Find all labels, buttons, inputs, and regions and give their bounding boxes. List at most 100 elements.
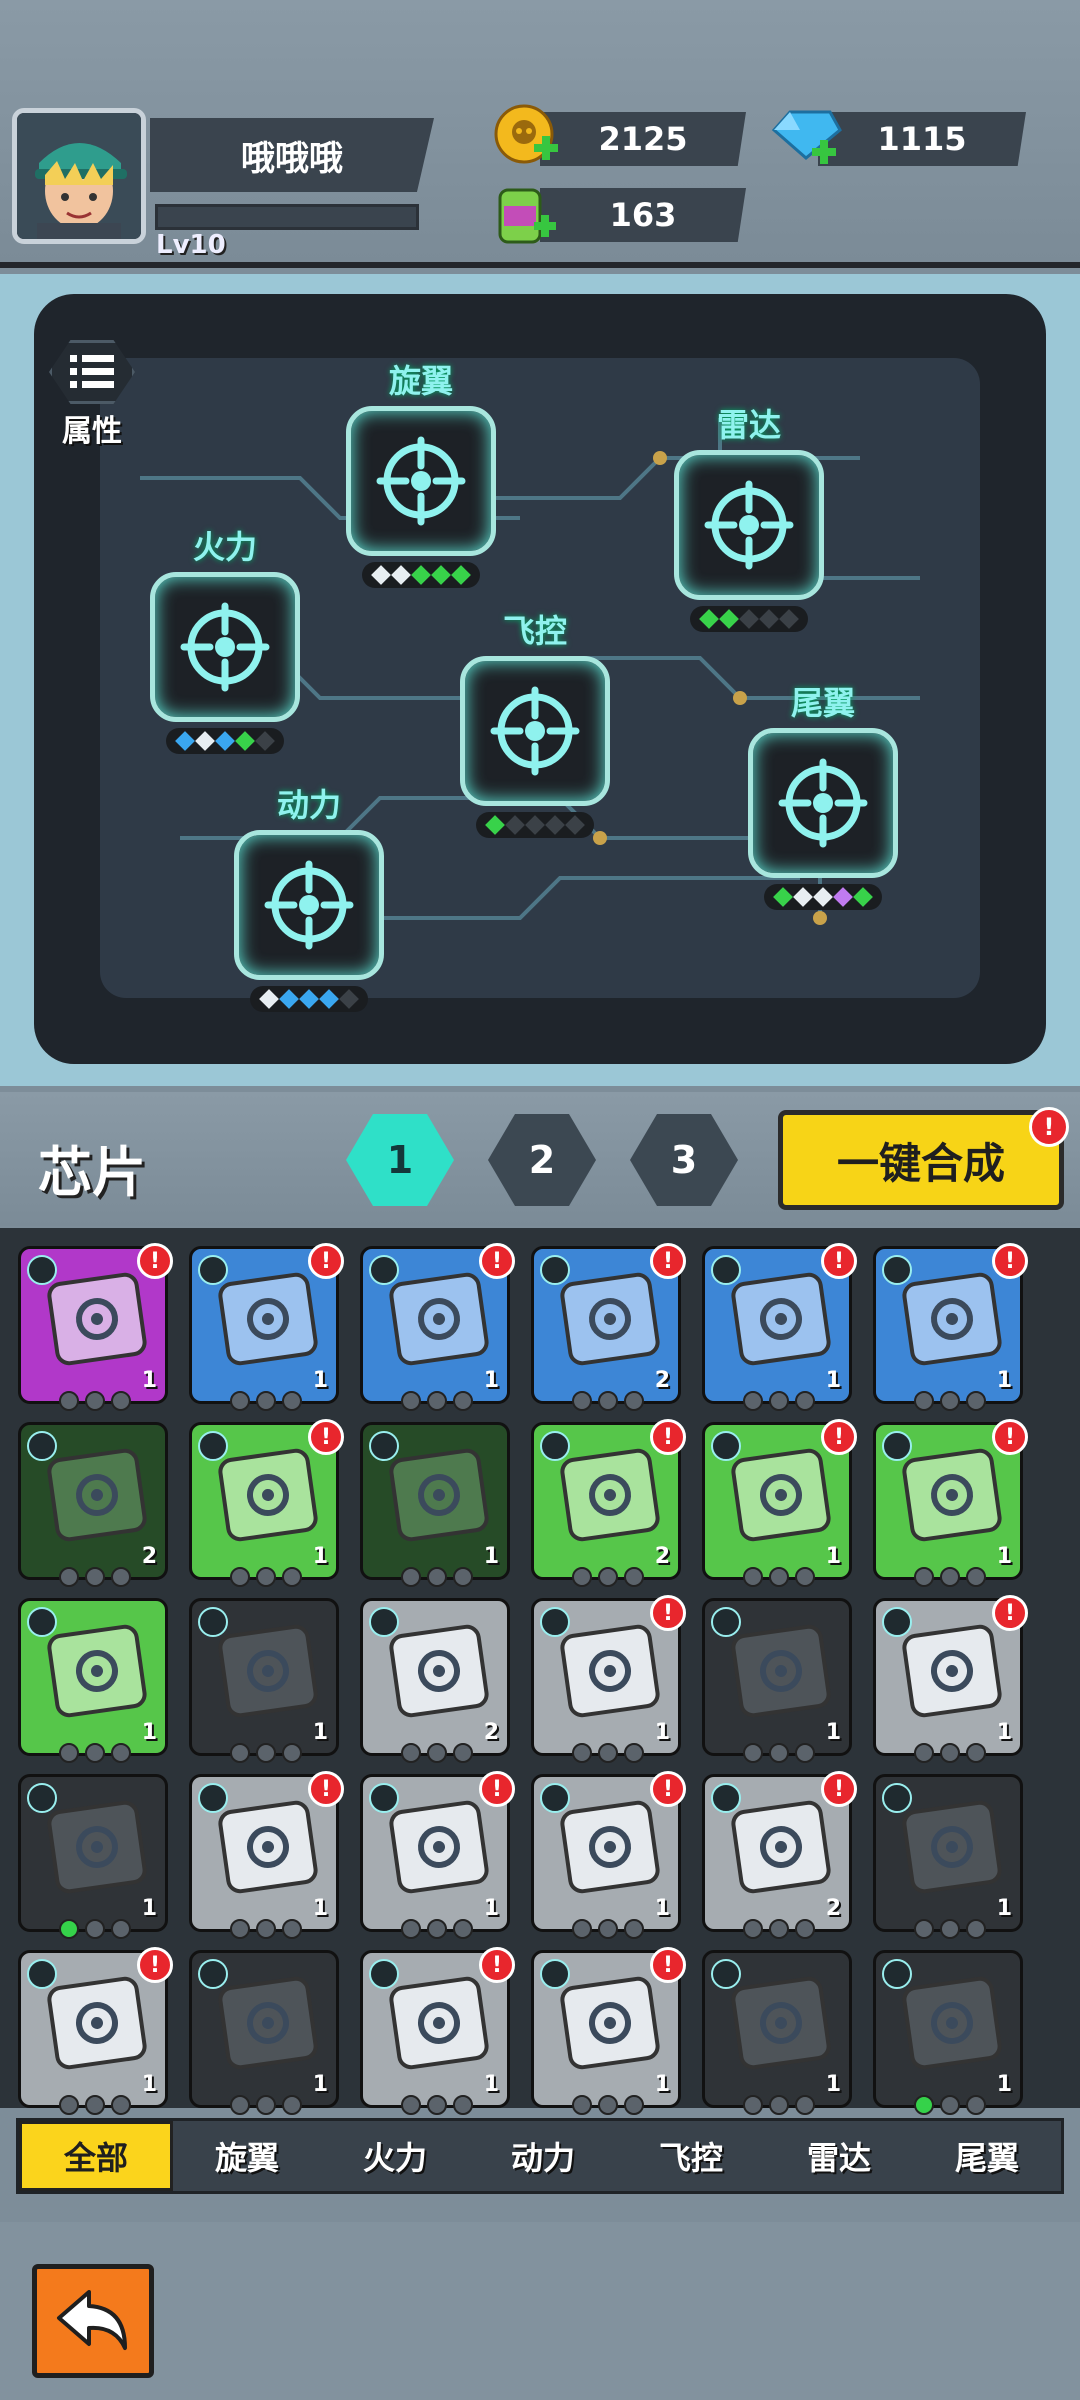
page-tab-2[interactable]: 2 <box>488 1114 596 1206</box>
chip-card[interactable]: 1 ! <box>360 1771 515 1939</box>
chip-count: 1 <box>312 2072 328 2097</box>
chip-card[interactable]: 1 ! <box>702 1419 857 1587</box>
slot-icon <box>940 1567 960 1587</box>
slot-icon <box>453 1743 473 1763</box>
diamond-icon[interactable] <box>770 106 844 174</box>
alert-badge-icon: ! <box>308 1771 344 1807</box>
category-tab-3[interactable]: 动力 <box>469 2121 617 2191</box>
slot-icon <box>598 2095 618 2115</box>
chip-emblem-icon <box>45 1975 149 2071</box>
chip-emblem-icon <box>729 1623 833 1719</box>
category-tab-1[interactable]: 旋翼 <box>173 2121 321 2191</box>
slot-icon <box>624 1567 644 1587</box>
chip-node-emblem-icon <box>150 572 300 722</box>
alert-badge-icon: ! <box>821 1771 857 1807</box>
skull-coin-icon[interactable] <box>494 104 560 174</box>
slot-icon <box>256 1919 276 1939</box>
chip-card[interactable]: 1 ! <box>189 1419 344 1587</box>
chip-node-emblem-icon <box>748 728 898 878</box>
fuel-can-icon[interactable] <box>492 180 558 254</box>
chip-card[interactable]: 2 <box>360 1598 510 1763</box>
chip-card[interactable]: 2 ! <box>702 1771 857 1939</box>
slot-icon <box>940 1391 960 1411</box>
page-tab-1[interactable]: 1 <box>346 1114 454 1206</box>
chip-node-level-gems <box>476 812 594 838</box>
chip-card[interactable]: 2 ! <box>531 1243 686 1411</box>
chip-card[interactable]: 1 <box>189 1950 339 2115</box>
chip-card[interactable]: 1 <box>873 1774 1023 1939</box>
auto-merge-label: 一键合成 <box>836 1138 1005 1188</box>
chip-card[interactable]: 1 ! <box>531 1771 686 1939</box>
chip-count: 1 <box>141 2072 157 2097</box>
slot-icon <box>401 2095 421 2115</box>
chip-type-icon <box>711 1959 741 1989</box>
chip-card[interactable]: 1 ! <box>531 1947 686 2115</box>
slot-icon <box>256 1743 276 1763</box>
chip-slots <box>401 1919 473 1939</box>
auto-merge-button[interactable]: 一键合成 ! <box>778 1107 1069 1210</box>
category-tab-6[interactable]: 尾翼 <box>913 2121 1061 2191</box>
slot-icon <box>401 1919 421 1939</box>
chip-card[interactable]: 1 <box>189 1598 339 1763</box>
category-tab-0[interactable]: 全部 <box>19 2121 173 2191</box>
chip-emblem-icon <box>45 1447 149 1543</box>
chip-card[interactable]: 1 ! <box>360 1947 515 2115</box>
chip-count: 1 <box>141 1896 157 1921</box>
chip-node-huoli[interactable]: 火力 <box>140 522 310 754</box>
alert-badge-icon: ! <box>137 1947 173 1983</box>
gem-icon <box>833 887 853 907</box>
chip-card[interactable]: 1 ! <box>360 1243 515 1411</box>
chip-card[interactable]: 2 <box>18 1422 168 1587</box>
chip-card[interactable]: 1 <box>702 1950 852 2115</box>
chip-card[interactable]: 1 ! <box>531 1595 686 1763</box>
chip-slots <box>230 1743 302 1763</box>
slot-icon <box>282 1391 302 1411</box>
chip-count: 1 <box>654 1720 670 1745</box>
slot-icon <box>598 1919 618 1939</box>
chip-card[interactable]: 1 ! <box>189 1771 344 1939</box>
chip-card[interactable]: 1 <box>360 1422 510 1587</box>
chip-card[interactable]: 1 ! <box>873 1419 1028 1587</box>
attributes-button[interactable]: 属性 <box>44 340 140 450</box>
chip-card[interactable]: 1 ! <box>873 1595 1028 1763</box>
slot-icon <box>572 2095 592 2115</box>
gem-icon <box>779 609 799 629</box>
slot-icon <box>624 1391 644 1411</box>
chip-card[interactable]: 1 <box>18 1774 168 1939</box>
slot-icon <box>769 2095 789 2115</box>
category-tab-5[interactable]: 雷达 <box>765 2121 913 2191</box>
slot-icon <box>914 1391 934 1411</box>
alert-badge-icon: ! <box>308 1243 344 1279</box>
slot-icon <box>940 1743 960 1763</box>
chip-count: 1 <box>483 2072 499 2097</box>
chip-card[interactable]: 2 ! <box>531 1419 686 1587</box>
chip-card[interactable]: 1 ! <box>18 1243 173 1411</box>
page-tab-3[interactable]: 3 <box>630 1114 738 1206</box>
chip-type-icon <box>540 1431 570 1461</box>
chip-card[interactable]: 1 ! <box>18 1947 173 2115</box>
chip-card[interactable]: 1 <box>18 1598 168 1763</box>
slot-icon <box>769 1391 789 1411</box>
chip-node-weiyi[interactable]: 尾翼 <box>738 678 908 910</box>
category-tab-2[interactable]: 火力 <box>321 2121 469 2191</box>
player-avatar[interactable] <box>12 108 146 244</box>
chip-card[interactable]: 1 <box>873 1950 1023 2115</box>
chip-card[interactable]: 1 <box>702 1598 852 1763</box>
chip-type-icon <box>369 1783 399 1813</box>
slot-icon <box>914 1743 934 1763</box>
chip-card[interactable]: 1 ! <box>702 1243 857 1411</box>
chip-node-xuanyi[interactable]: 旋翼 <box>336 356 506 588</box>
chip-node-leida[interactable]: 雷达 <box>664 400 834 632</box>
category-tab-4[interactable]: 飞控 <box>617 2121 765 2191</box>
alert-badge-icon: ! <box>650 1595 686 1631</box>
chip-card[interactable]: 1 ! <box>189 1243 344 1411</box>
chip-node-level-gems <box>250 986 368 1012</box>
chip-node-feikong[interactable]: 飞控 <box>450 606 620 838</box>
chip-card[interactable]: 1 ! <box>873 1243 1028 1411</box>
back-button[interactable] <box>32 2264 154 2378</box>
slot-icon <box>914 2095 934 2115</box>
chip-node-emblem-icon <box>460 656 610 806</box>
slot-icon <box>914 1567 934 1587</box>
chip-count: 1 <box>996 1368 1012 1393</box>
chip-node-dongli[interactable]: 动力 <box>224 780 394 1012</box>
